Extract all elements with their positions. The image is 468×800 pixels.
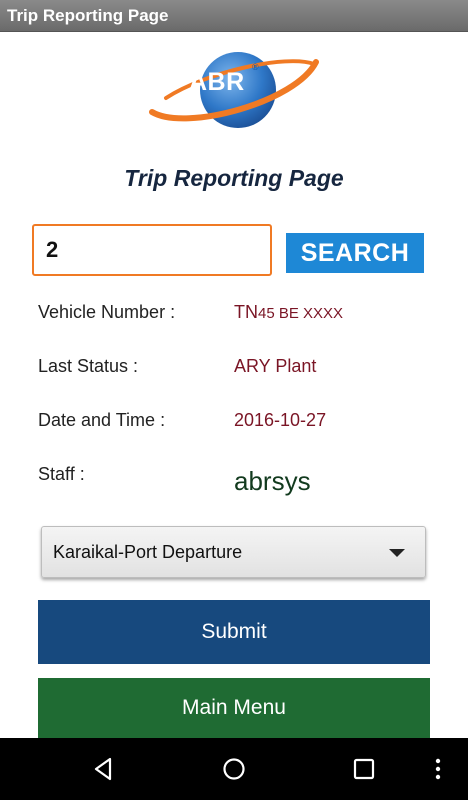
home-icon[interactable] [221,756,247,782]
vehicle-number-label: Vehicle Number : [38,302,176,322]
dropdown-selected-value: Karaikal-Port Departure [53,542,243,562]
staff-value: abrsys [234,466,311,496]
location-dropdown[interactable]: Karaikal-Port Departure [41,526,426,578]
android-nav-bar [0,738,468,800]
dropdown-arrow-icon [389,549,405,557]
date-time-value: 2016-10-27 [234,410,327,430]
vehicle-number-prefix: TN [234,302,258,322]
last-status-label: Last Status : [38,356,139,376]
logo-registered-mark: ® [252,62,259,72]
recent-apps-icon[interactable] [351,756,377,782]
vehicle-number-value: TN45 BE XXXX [234,302,343,323]
page-title: Trip Reporting Page [124,165,344,191]
vehicle-number-rest: 45 BE XXXX [258,305,344,322]
window-title: Trip Reporting Page [7,6,169,25]
title-bar: Trip Reporting Page [0,0,468,32]
date-time-label: Date and Time : [38,410,166,430]
overflow-menu-icon[interactable] [432,756,444,782]
search-button[interactable]: SEARCH [286,233,424,273]
back-icon[interactable] [91,756,117,782]
main-menu-button[interactable]: Main Menu [38,678,430,738]
logo-text: ABR [189,68,245,96]
submit-button[interactable]: Submit [38,600,430,664]
staff-label: Staff : [38,464,85,484]
search-input[interactable] [32,224,272,276]
last-status-value: ARY Plant [234,356,317,376]
